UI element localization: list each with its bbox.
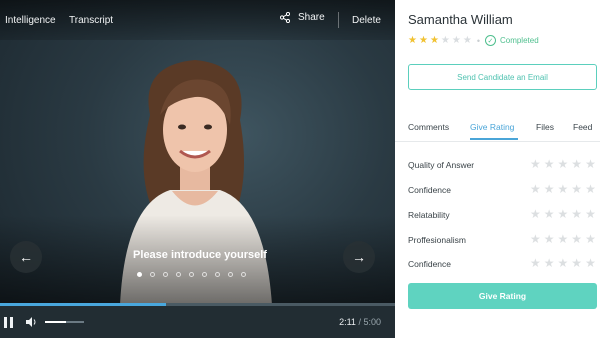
criterion-star-rating[interactable]: ★ ★ ★ ★ ★ bbox=[530, 158, 596, 170]
slide-dot[interactable] bbox=[176, 272, 181, 277]
video-controls: 2:11 / 5:00 bbox=[0, 306, 395, 338]
slide-dot[interactable] bbox=[150, 272, 155, 277]
star-icon[interactable]: ★ bbox=[585, 257, 596, 269]
slide-dot[interactable] bbox=[228, 272, 233, 277]
star-icon[interactable]: ★ bbox=[571, 183, 582, 195]
candidate-star-rating: ★ ★ ★ ★ ★ ★ bbox=[408, 34, 474, 46]
topbar-divider bbox=[338, 12, 339, 28]
tab-transcript[interactable]: Transcript bbox=[69, 15, 113, 26]
tab-files[interactable]: Files bbox=[536, 122, 554, 132]
send-email-button[interactable]: Send Candidate an Email bbox=[408, 64, 597, 90]
separator-dot: • bbox=[476, 35, 480, 46]
star-icon: ★ bbox=[408, 34, 417, 46]
tabs-divider bbox=[395, 141, 600, 142]
star-icon[interactable]: ★ bbox=[544, 183, 555, 195]
star-icon[interactable]: ★ bbox=[530, 257, 541, 269]
status-label: Completed bbox=[499, 36, 539, 45]
star-icon: ★ bbox=[462, 34, 472, 46]
video-player[interactable]: Intelligence Transcript Share Delete ← →… bbox=[0, 0, 395, 338]
candidate-rating-row: ★ ★ ★ ★ ★ ★ • ✓ Completed bbox=[408, 35, 539, 46]
slide-dot[interactable] bbox=[202, 272, 207, 277]
star-icon[interactable]: ★ bbox=[558, 257, 569, 269]
star-icon[interactable]: ★ bbox=[558, 158, 569, 170]
time-total: / 5:00 bbox=[358, 317, 381, 327]
star-icon[interactable]: ★ bbox=[571, 158, 582, 170]
star-icon[interactable]: ★ bbox=[544, 257, 555, 269]
criterion-star-rating[interactable]: ★ ★ ★ ★ ★ bbox=[530, 208, 596, 220]
star-icon[interactable]: ★ bbox=[571, 257, 582, 269]
video-topbar: Intelligence Transcript Share Delete bbox=[0, 0, 395, 40]
tab-give-rating[interactable]: Give Rating bbox=[470, 122, 514, 132]
rating-criterion-row: Confidence ★ ★ ★ ★ ★ bbox=[408, 257, 600, 272]
slide-indicator bbox=[137, 272, 246, 277]
candidate-panel: Samantha William ★ ★ ★ ★ ★ ★ • ✓ Completed Se… bbox=[395, 0, 600, 338]
tab-feed[interactable]: Feed bbox=[573, 122, 592, 132]
star-icon[interactable]: ★ bbox=[530, 158, 541, 170]
criterion-label: Confidence bbox=[408, 259, 452, 269]
active-tab-underline bbox=[470, 138, 518, 140]
star-icon[interactable]: ★ bbox=[558, 208, 569, 220]
criterion-star-rating[interactable]: ★ ★ ★ ★ ★ bbox=[530, 257, 596, 269]
panel-tabs: Comments Give Rating Files Feed bbox=[408, 122, 600, 142]
tab-intelligence[interactable]: Intelligence bbox=[5, 15, 56, 26]
time-current: 2:11 bbox=[339, 317, 356, 327]
check-circle-icon: ✓ bbox=[484, 35, 496, 46]
criterion-star-rating[interactable]: ★ ★ ★ ★ ★ bbox=[530, 183, 596, 195]
time-display: 2:11 / 5:00 bbox=[339, 317, 381, 327]
star-icon[interactable]: ★ bbox=[530, 183, 541, 195]
slide-dot[interactable] bbox=[163, 272, 168, 277]
star-icon[interactable]: ★ bbox=[571, 233, 582, 245]
slide-dot[interactable] bbox=[189, 272, 194, 277]
star-icon: ★ bbox=[418, 34, 428, 46]
criterion-label: Confidence bbox=[408, 185, 452, 195]
star-icon: ★ bbox=[451, 34, 461, 46]
slide-dot[interactable] bbox=[137, 272, 142, 277]
pause-icon[interactable] bbox=[4, 317, 14, 328]
slide-dot[interactable] bbox=[241, 272, 246, 277]
star-icon[interactable]: ★ bbox=[585, 233, 596, 245]
star-icon[interactable]: ★ bbox=[585, 208, 596, 220]
rating-criterion-row: Proffesionalism ★ ★ ★ ★ ★ bbox=[408, 233, 600, 248]
star-icon[interactable]: ★ bbox=[571, 208, 582, 220]
rating-criterion-row: Confidence ★ ★ ★ ★ ★ bbox=[408, 183, 600, 198]
star-icon: ★ bbox=[429, 34, 439, 46]
star-icon[interactable]: ★ bbox=[530, 233, 541, 245]
slide-dot[interactable] bbox=[215, 272, 220, 277]
give-rating-button[interactable]: Give Rating bbox=[408, 283, 597, 309]
star-icon[interactable]: ★ bbox=[544, 233, 555, 245]
share-icon bbox=[280, 12, 290, 23]
tab-comments[interactable]: Comments bbox=[408, 122, 449, 132]
criterion-label: Quality of Answer bbox=[408, 160, 475, 170]
volume-icon[interactable] bbox=[24, 315, 38, 329]
status-badge: ✓ Completed bbox=[484, 35, 539, 46]
question-prompt: Please introduce yourself bbox=[133, 249, 267, 261]
star-icon[interactable]: ★ bbox=[530, 208, 541, 220]
rating-criterion-row: Relatability ★ ★ ★ ★ ★ bbox=[408, 208, 600, 223]
share-label: Share bbox=[298, 12, 325, 23]
share-button[interactable]: Share bbox=[280, 12, 325, 23]
star-icon[interactable]: ★ bbox=[544, 158, 555, 170]
star-icon: ★ bbox=[440, 34, 450, 46]
volume-slider[interactable] bbox=[45, 321, 84, 323]
criterion-label: Relatability bbox=[408, 210, 450, 220]
candidate-name: Samantha William bbox=[408, 12, 513, 27]
criterion-label: Proffesionalism bbox=[408, 235, 466, 245]
criterion-star-rating[interactable]: ★ ★ ★ ★ ★ bbox=[530, 233, 596, 245]
star-icon[interactable]: ★ bbox=[585, 158, 596, 170]
rating-criterion-row: Quality of Answer ★ ★ ★ ★ ★ bbox=[408, 158, 600, 173]
volume-slider-fill bbox=[45, 321, 67, 323]
delete-button[interactable]: Delete bbox=[352, 15, 381, 26]
star-icon[interactable]: ★ bbox=[558, 183, 569, 195]
star-icon[interactable]: ★ bbox=[544, 208, 555, 220]
star-icon[interactable]: ★ bbox=[585, 183, 596, 195]
star-icon[interactable]: ★ bbox=[558, 233, 569, 245]
